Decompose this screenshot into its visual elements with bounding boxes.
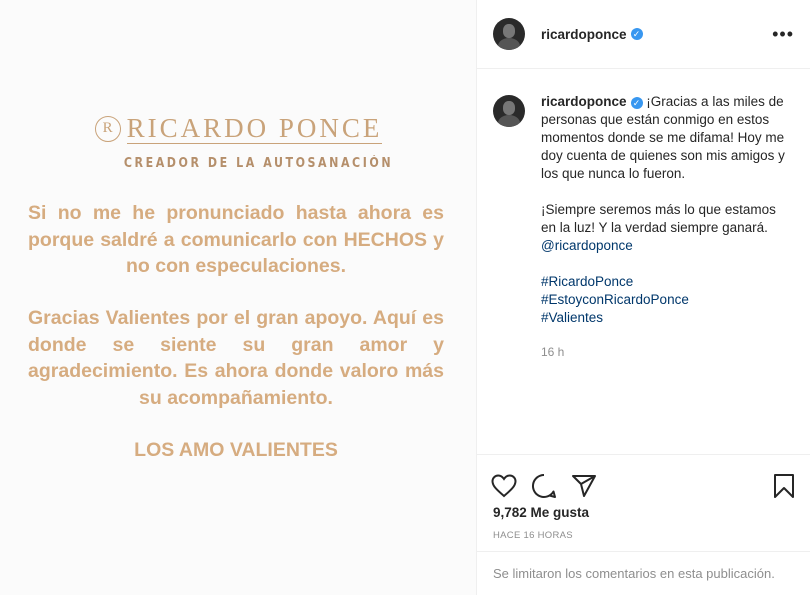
bookmark-icon[interactable] [772, 473, 796, 499]
statement-paragraph-2: Gracias Valientes por el gran apoyo. Aqu… [28, 307, 444, 409]
hashtag-link[interactable]: #RicardoPonce [541, 273, 793, 291]
caption-avatar[interactable] [493, 95, 525, 127]
more-options-icon[interactable]: ••• [772, 24, 794, 45]
comments-disabled-notice: Se limitaron los comentarios en esta pub… [477, 551, 810, 595]
actions-section: 9,782 Me gusta HACE 16 HORAS Se limitaro… [477, 454, 810, 595]
verified-badge-icon: ✓ [630, 97, 643, 109]
caption-username[interactable]: ricardoponce [541, 94, 627, 109]
heart-icon[interactable] [491, 474, 517, 498]
brand-name: RICARDO PONCE [126, 113, 383, 144]
post-sidebar: ricardoponce ✓ ••• ricardoponce ✓ ¡Gracia… [477, 0, 810, 595]
post-timestamp[interactable]: HACE 16 HORAS [477, 530, 810, 541]
avatar-body [498, 38, 520, 50]
caption-avatar-head [503, 101, 515, 115]
brand-mark: R [94, 115, 121, 142]
brand-logo: R RICARDO PONCE CREADOR DE LA AUTOSANACI… [0, 113, 477, 171]
caption-avatar-body [498, 115, 520, 127]
share-icon[interactable] [571, 474, 597, 498]
caption-row: ricardoponce ✓ ¡Gracias a las miles de pe… [493, 93, 794, 361]
post-image[interactable]: R RICARDO PONCE CREADOR DE LA AUTOSANACI… [0, 0, 477, 595]
brand-tagline: CREADOR DE LA AUTOSANACIÓN [123, 156, 394, 171]
caption-body-2: ¡Siempre seremos más lo que estamos en l… [541, 202, 776, 235]
caption-area: ricardoponce ✓ ¡Gracias a las miles de pe… [477, 69, 810, 454]
header-username[interactable]: ricardoponce [541, 27, 627, 42]
hashtag-link[interactable]: #Valientes [541, 309, 793, 327]
statement-paragraph-1: Si no me he pronunciado hasta ahora es p… [28, 202, 444, 277]
hashtag-link[interactable]: #EstoyconRicardoPonce [541, 291, 793, 309]
avatar[interactable] [493, 18, 525, 50]
caption-age[interactable]: 16 h [541, 343, 793, 361]
avatar-head [503, 24, 515, 38]
statement-paragraph-3: LOS AMO VALIENTES [134, 439, 338, 461]
caption-text: ricardoponce ✓ ¡Gracias a las miles de pe… [541, 93, 793, 361]
mention-link[interactable]: @ricardoponce [541, 237, 793, 255]
comment-icon[interactable] [531, 473, 557, 499]
post-header: ricardoponce ✓ ••• [477, 0, 810, 69]
action-icons [477, 455, 810, 505]
verified-badge-icon: ✓ [630, 28, 643, 40]
brand-line: R RICARDO PONCE [0, 113, 477, 144]
likes-count[interactable]: 9,782 Me gusta [477, 505, 810, 520]
